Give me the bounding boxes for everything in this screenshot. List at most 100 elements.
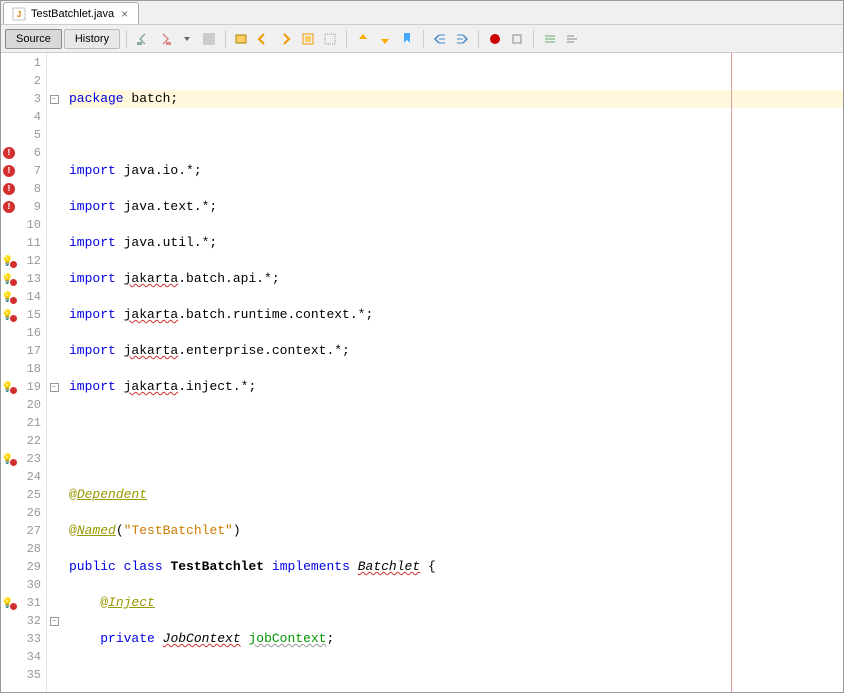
gutter-marker[interactable] [1, 126, 17, 144]
gutter-marker[interactable] [1, 72, 17, 90]
gutter-marker[interactable] [1, 360, 17, 378]
gutter-marker[interactable] [1, 342, 17, 360]
fold-toggle[interactable] [47, 324, 61, 342]
fold-toggle[interactable] [47, 234, 61, 252]
gutter-marker[interactable] [1, 270, 17, 288]
gutter-marker[interactable] [1, 216, 17, 234]
gutter-marker[interactable] [1, 288, 17, 306]
fold-toggle[interactable] [47, 666, 61, 684]
line-number: 33 [17, 630, 46, 648]
next-bookmark-icon[interactable] [375, 29, 395, 49]
fold-toggle[interactable] [47, 450, 61, 468]
fold-toggle[interactable]: − [47, 90, 61, 108]
gutter-marker[interactable] [1, 252, 17, 270]
fold-toggle[interactable] [47, 558, 61, 576]
fold-toggle[interactable] [47, 162, 61, 180]
fold-toggle[interactable] [47, 180, 61, 198]
fold-toggle[interactable] [47, 630, 61, 648]
fold-toggle[interactable] [47, 54, 61, 72]
fold-toggle[interactable] [47, 414, 61, 432]
history-view-button[interactable]: History [64, 29, 120, 49]
gutter-marker[interactable] [1, 450, 17, 468]
find-selection-icon[interactable] [232, 29, 252, 49]
gutter-marker[interactable] [1, 108, 17, 126]
fold-toggle[interactable] [47, 270, 61, 288]
gutter-marker[interactable] [1, 306, 17, 324]
gutter-marker[interactable] [1, 504, 17, 522]
gutter-marker[interactable] [1, 612, 17, 630]
gutter-marker[interactable] [1, 234, 17, 252]
hint-icon [3, 291, 15, 303]
gutter-marker[interactable] [1, 396, 17, 414]
macro-stop-icon[interactable] [507, 29, 527, 49]
find-prev-icon[interactable] [254, 29, 274, 49]
gutter-marker[interactable] [1, 522, 17, 540]
gutter-marker[interactable] [1, 486, 17, 504]
tab-bar: J TestBatchlet.java × [1, 1, 843, 25]
line-number: 10 [17, 216, 46, 234]
fold-toggle[interactable] [47, 396, 61, 414]
fold-toggle[interactable] [47, 360, 61, 378]
macro-record-icon[interactable] [485, 29, 505, 49]
code-area[interactable]: package batch; import java.io.*; import … [61, 53, 843, 692]
find-next-icon[interactable] [276, 29, 296, 49]
toggle-rect-icon[interactable] [320, 29, 340, 49]
gutter-marker[interactable] [1, 540, 17, 558]
fold-toggle[interactable] [47, 144, 61, 162]
fold-toggle[interactable] [47, 126, 61, 144]
line-number: 30 [17, 576, 46, 594]
fold-toggle[interactable] [47, 540, 61, 558]
fold-toggle[interactable] [47, 576, 61, 594]
gutter-marker[interactable] [1, 576, 17, 594]
fold-toggle[interactable] [47, 342, 61, 360]
fold-toggle[interactable] [47, 468, 61, 486]
fold-toggle[interactable] [47, 522, 61, 540]
gutter-marker[interactable]: ! [1, 144, 17, 162]
save-icon[interactable] [199, 29, 219, 49]
gutter-marker[interactable] [1, 54, 17, 72]
gutter-marker[interactable] [1, 468, 17, 486]
source-view-button[interactable]: Source [5, 29, 62, 49]
gutter-marker[interactable] [1, 90, 17, 108]
shift-left-icon[interactable] [430, 29, 450, 49]
fold-toggle[interactable] [47, 306, 61, 324]
toggle-bookmark-icon[interactable] [397, 29, 417, 49]
gutter-marker[interactable] [1, 630, 17, 648]
fold-toggle[interactable] [47, 594, 61, 612]
nav-forward-icon[interactable] [155, 29, 175, 49]
gutter-marker[interactable] [1, 594, 17, 612]
gutter-marker[interactable] [1, 414, 17, 432]
shift-right-icon[interactable] [452, 29, 472, 49]
fold-toggle[interactable] [47, 432, 61, 450]
gutter-marker[interactable]: ! [1, 180, 17, 198]
gutter-marker[interactable] [1, 324, 17, 342]
fold-toggle[interactable] [47, 288, 61, 306]
fold-toggle[interactable] [47, 216, 61, 234]
gutter-marker[interactable] [1, 432, 17, 450]
toggle-highlight-icon[interactable] [298, 29, 318, 49]
close-icon[interactable]: × [119, 7, 130, 21]
fold-toggle[interactable] [47, 504, 61, 522]
dropdown-icon[interactable] [177, 29, 197, 49]
line-number: 29 [17, 558, 46, 576]
gutter-marker[interactable]: ! [1, 162, 17, 180]
fold-toggle[interactable]: − [47, 378, 61, 396]
gutter-marker[interactable] [1, 558, 17, 576]
gutter-marker[interactable] [1, 378, 17, 396]
editor-toolbar: Source History [1, 25, 843, 53]
prev-bookmark-icon[interactable] [353, 29, 373, 49]
gutter-marker[interactable] [1, 666, 17, 684]
fold-toggle[interactable] [47, 648, 61, 666]
gutter-marker[interactable]: ! [1, 198, 17, 216]
fold-toggle[interactable] [47, 486, 61, 504]
fold-toggle[interactable] [47, 108, 61, 126]
fold-toggle[interactable] [47, 72, 61, 90]
nav-back-icon[interactable] [133, 29, 153, 49]
comment-icon[interactable] [540, 29, 560, 49]
gutter-marker[interactable] [1, 648, 17, 666]
fold-toggle[interactable] [47, 252, 61, 270]
fold-toggle[interactable]: − [47, 612, 61, 630]
fold-toggle[interactable] [47, 198, 61, 216]
uncomment-icon[interactable] [562, 29, 582, 49]
file-tab[interactable]: J TestBatchlet.java × [3, 2, 139, 24]
